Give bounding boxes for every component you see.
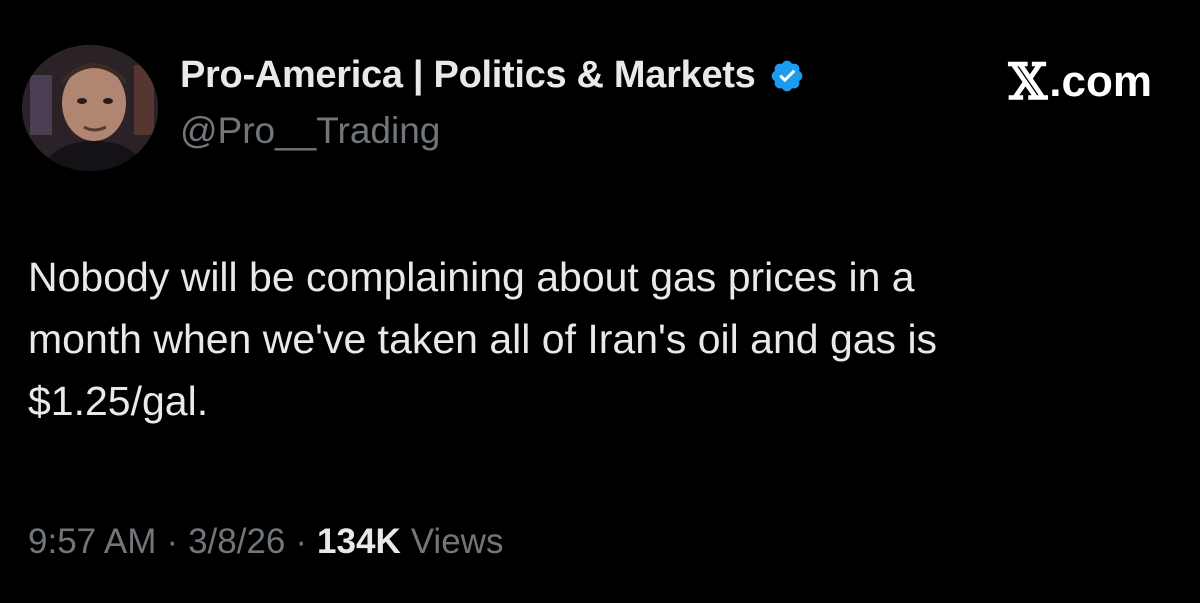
meta-separator: · (295, 522, 308, 561)
author-display-name[interactable]: Pro-America | Politics & Markets (180, 54, 756, 97)
avatar[interactable] (22, 45, 158, 171)
tweet-date[interactable]: 3/8/26 (188, 522, 285, 562)
tweet-card: Pro-America | Politics & Markets @Pro__T… (0, 0, 1200, 603)
author-name-row: Pro-America | Politics & Markets (180, 54, 805, 97)
verified-badge-icon (769, 58, 805, 94)
x-brand-logo: 𝕏 .com (1009, 52, 1153, 111)
tweet-time[interactable]: 9:57 AM (28, 522, 156, 562)
x-logo-icon: 𝕏 (1008, 52, 1048, 111)
views-label: Views (410, 522, 504, 561)
meta-separator: · (166, 522, 179, 561)
views-count[interactable]: 134K (317, 522, 401, 562)
tweet-text: Nobody will be complaining about gas pri… (28, 254, 938, 424)
author-handle[interactable]: @Pro__Trading (180, 110, 440, 152)
avatar-photo (22, 45, 158, 171)
tweet-meta: 9:57 AM · 3/8/26 · 134K Views (28, 522, 503, 562)
brand-suffix: .com (1049, 56, 1152, 106)
